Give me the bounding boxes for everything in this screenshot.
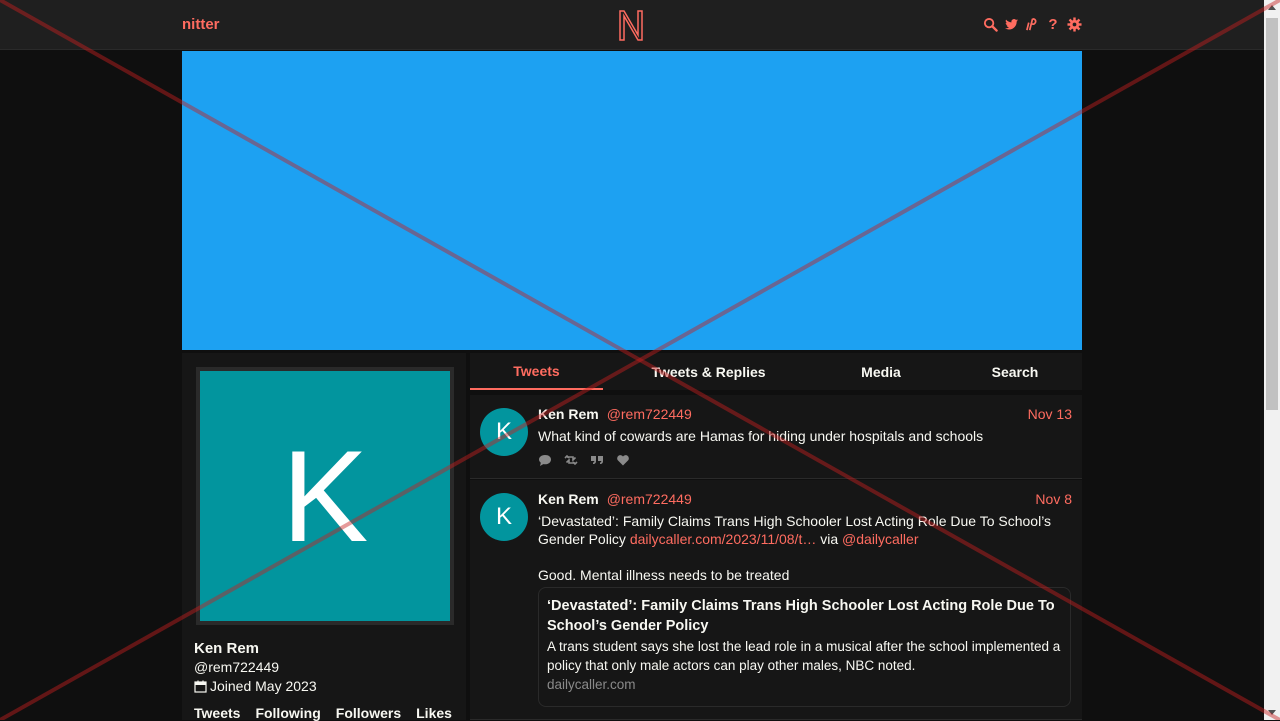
gear-icon[interactable]: [1066, 15, 1082, 33]
twitter-icon[interactable]: [1003, 15, 1019, 33]
tweet-text: What kind of cowards are Hamas for hidin…: [538, 428, 984, 444]
tweet-text-spacer: [538, 548, 1072, 566]
tweet-author-name[interactable]: Ken Rem: [538, 406, 599, 422]
quote-icon[interactable]: [590, 453, 604, 467]
link-card[interactable]: ‘Devastated’: Family Claims Trans High S…: [538, 587, 1071, 707]
scrollbar-thumb[interactable]: [1266, 18, 1278, 410]
tab-search[interactable]: Search: [948, 353, 1082, 390]
tab-tweets-replies[interactable]: Tweets & Replies: [603, 353, 814, 390]
stat-likes[interactable]: Likes: [416, 705, 452, 721]
tab-media[interactable]: Media: [814, 353, 948, 390]
tweet-header: Ken Rem @rem722449: [538, 406, 692, 422]
heart-icon[interactable]: [616, 453, 630, 467]
tweet-link[interactable]: dailycaller.com/2023/11/08/t…: [630, 531, 817, 547]
profile-card: K Ken Rem @rem722449 Joined May 2023 Twe…: [182, 353, 467, 721]
scroll-down-arrow-icon[interactable]: [1268, 710, 1276, 715]
search-icon[interactable]: [982, 15, 998, 33]
profile-joined: Joined May 2023: [194, 678, 317, 694]
tweet-item[interactable]: K Ken Rem @rem722449 Nov 8 ‘Devastated’:…: [470, 480, 1082, 720]
rss-icon[interactable]: [1024, 15, 1040, 33]
comment-icon[interactable]: [538, 453, 552, 467]
stat-tweets[interactable]: Tweets: [194, 705, 240, 721]
tweet-author-username[interactable]: @rem722449: [607, 491, 692, 507]
tweet-stats: [538, 453, 630, 467]
tweet-mention[interactable]: @dailycaller: [842, 531, 918, 547]
profile-avatar[interactable]: K: [196, 367, 454, 625]
tweet-header: Ken Rem @rem722449: [538, 491, 692, 507]
brand-link[interactable]: nitter: [182, 16, 220, 33]
tweet-avatar[interactable]: K: [480, 408, 528, 456]
stat-followers[interactable]: Followers: [336, 705, 401, 721]
help-icon[interactable]: ?: [1045, 15, 1061, 33]
tweet-date[interactable]: Nov 8: [1035, 491, 1072, 507]
retweet-icon[interactable]: [564, 453, 578, 467]
card-title: ‘Devastated’: Family Claims Trans High S…: [547, 598, 1055, 634]
stat-following[interactable]: Following: [255, 705, 320, 721]
profile-banner[interactable]: [182, 51, 1082, 350]
tweet-text: ‘Devastated’: Family Claims Trans High S…: [538, 512, 1072, 584]
tweet-text-second: Good. Mental illness needs to be treated: [538, 567, 790, 583]
tweet-author-name[interactable]: Ken Rem: [538, 491, 599, 507]
timeline-tabs: Tweets Tweets & Replies Media Search: [470, 353, 1082, 390]
timeline: Tweets Tweets & Replies Media Search K K…: [470, 353, 1082, 720]
tweet-date[interactable]: Nov 13: [1028, 406, 1072, 422]
tab-tweets[interactable]: Tweets: [470, 353, 603, 390]
card-description: A trans student says she lost the lead r…: [547, 639, 1061, 673]
top-navbar: nitter ?: [0, 0, 1264, 50]
page-scrollbar[interactable]: [1264, 0, 1280, 720]
profile-avatar-letter: K: [281, 423, 369, 569]
tweet-item[interactable]: K Ken Rem @rem722449 Nov 13 What kind of…: [470, 395, 1082, 479]
card-domain: dailycaller.com: [547, 677, 636, 692]
profile-handle[interactable]: @rem722449: [194, 659, 279, 675]
nitter-logo-icon[interactable]: [617, 8, 645, 42]
profile-joined-text: Joined May 2023: [210, 678, 317, 694]
profile-stats: Tweets Following Followers Likes: [194, 705, 467, 721]
profile-name[interactable]: Ken Rem: [194, 640, 259, 657]
nav-icons: ?: [982, 15, 1082, 33]
scroll-up-arrow-icon[interactable]: [1268, 5, 1276, 10]
tweet-via: via: [816, 531, 843, 547]
calendar-icon: [194, 680, 207, 693]
tweet-avatar[interactable]: K: [480, 493, 528, 541]
tweet-author-username[interactable]: @rem722449: [607, 406, 692, 422]
